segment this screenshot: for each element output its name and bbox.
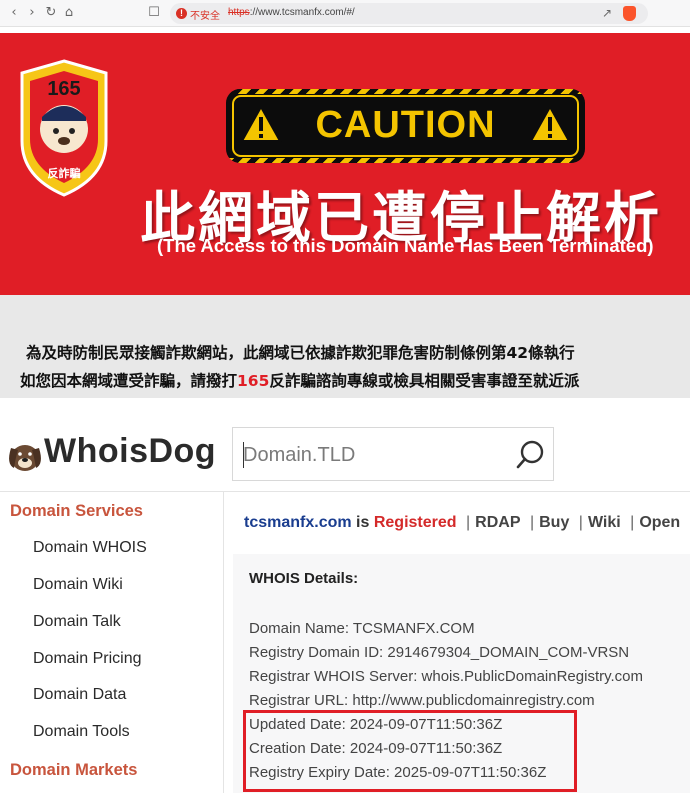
whoisdog-header: WhoisDog <box>0 418 690 492</box>
address-bar[interactable]: ! 不安全 https://www.tcsmanfx.com/#/ ↗ <box>170 3 648 24</box>
home-icon[interactable]: ⌂ <box>61 5 77 21</box>
reload-icon[interactable]: ↻ <box>43 5 59 21</box>
dog-logo-icon[interactable] <box>6 434 44 474</box>
notice-line-1: 為及時防制民眾接觸詐欺網站，此網域已依據詐欺犯罪危害防制條例第42條執行 <box>26 344 575 362</box>
browser-toolbar: ‹ › ↻ ⌂ ☐ ! 不安全 https://www.tcsmanfx.com… <box>0 0 690 27</box>
domain-search-box <box>232 427 554 481</box>
domain-status-line: tcsmanfx.com is Registered | RDAP | Buy | W… <box>244 514 680 532</box>
whois-row-domain-name: Domain Name: TCSMANFX.COM <box>249 620 475 637</box>
hotline-number: 165 <box>237 372 270 390</box>
bookmark-icon[interactable]: ☐ <box>146 5 162 21</box>
sidebar-item-domain-wiki[interactable]: Domain Wiki <box>33 576 123 594</box>
url-text[interactable]: https://www.tcsmanfx.com/#/ <box>228 7 355 18</box>
search-icon[interactable] <box>514 438 546 472</box>
domain-terminated-banner: 165 反詐騙 CAUTION 此網域已遭停止解析 (The Access to… <box>0 33 690 295</box>
sidebar-item-domain-data[interactable]: Domain Data <box>33 686 126 704</box>
brave-shield-icon[interactable] <box>623 6 636 21</box>
anti-fraud-165-badge: 165 反詐騙 <box>20 59 108 197</box>
back-icon[interactable]: ‹ <box>6 5 22 21</box>
badge-label: 反詐騙 <box>48 166 81 180</box>
sidebar-heading-domain-markets[interactable]: Domain Markets <box>10 761 137 780</box>
badge-number: 165 <box>47 78 80 100</box>
whois-details-panel: WHOIS Details: Domain Name: TCSMANFX.COM… <box>233 554 690 793</box>
url-path: ://www.tcsmanfx.com/#/ <box>249 7 355 18</box>
url-scheme: https <box>228 7 250 18</box>
caution-sign: CAUTION <box>226 89 585 163</box>
whois-content: tcsmanfx.com is Registered | RDAP | Buy | W… <box>225 492 690 793</box>
domain-name-link[interactable]: tcsmanfx.com <box>244 514 352 531</box>
divider: | <box>578 514 583 531</box>
sidebar-item-domain-pricing[interactable]: Domain Pricing <box>33 650 141 668</box>
sidebar-heading-domain-services: Domain Services <box>10 502 143 520</box>
caution-text: CAUTION <box>315 104 496 146</box>
whois-row-registrar-url: Registrar URL: http://www.publicdomainre… <box>249 692 595 709</box>
divider: | <box>466 514 471 531</box>
sidebar-item-domain-talk[interactable]: Domain Talk <box>33 613 121 631</box>
date-highlight-box <box>243 710 577 792</box>
whois-row-registry-domain-id: Registry Domain ID: 2914679304_DOMAIN_CO… <box>249 644 630 661</box>
terminated-title-en: (The Access to this Domain Name Has Been… <box>157 235 654 256</box>
wiki-link[interactable]: Wiki <box>588 514 621 531</box>
sidebar-item-domain-whois[interactable]: Domain WHOIS <box>33 539 147 557</box>
rdap-link[interactable]: RDAP <box>475 514 520 531</box>
warning-icon[interactable]: ! <box>176 8 187 19</box>
whoisdog-logo[interactable]: WhoisDog <box>44 432 216 471</box>
whois-row-registrar-whois-server: Registrar WHOIS Server: whois.PublicDoma… <box>249 668 643 685</box>
notice-text: 如您因本網域遭受詐騙，請撥打 <box>20 372 238 390</box>
divider: | <box>529 514 535 531</box>
sidebar-item-domain-tools[interactable]: Domain Tools <box>33 723 130 741</box>
warning-triangle-icon <box>529 105 571 142</box>
domain-search-input[interactable] <box>243 440 503 470</box>
notice-text: 反詐騙諮詢專線或檢具相關受害事證至就近派 <box>269 372 580 390</box>
notice-line-2: 如您因本網域遭受詐騙，請撥打165反詐騙諮詢專線或檢具相關受害事證至就近派 <box>20 369 579 391</box>
warning-triangle-icon <box>240 105 282 142</box>
divider: | <box>630 514 635 531</box>
sidebar: Domain Services Domain WHOIS Domain Wiki… <box>0 492 224 793</box>
not-secure-label[interactable]: 不安全 <box>190 7 220 22</box>
share-icon[interactable]: ↗ <box>602 6 612 20</box>
status-connector: is <box>356 514 370 531</box>
buy-link[interactable]: Buy <box>539 514 569 531</box>
forward-icon[interactable]: › <box>24 5 40 21</box>
fraud-notice: 為及時防制民眾接觸詐欺網站，此網域已依據詐欺犯罪危害防制條例第42條執行 如您因… <box>0 295 690 398</box>
status-registered: Registered <box>373 514 457 531</box>
whois-details-title: WHOIS Details: <box>249 570 359 587</box>
open-link[interactable]: Open <box>639 514 680 531</box>
